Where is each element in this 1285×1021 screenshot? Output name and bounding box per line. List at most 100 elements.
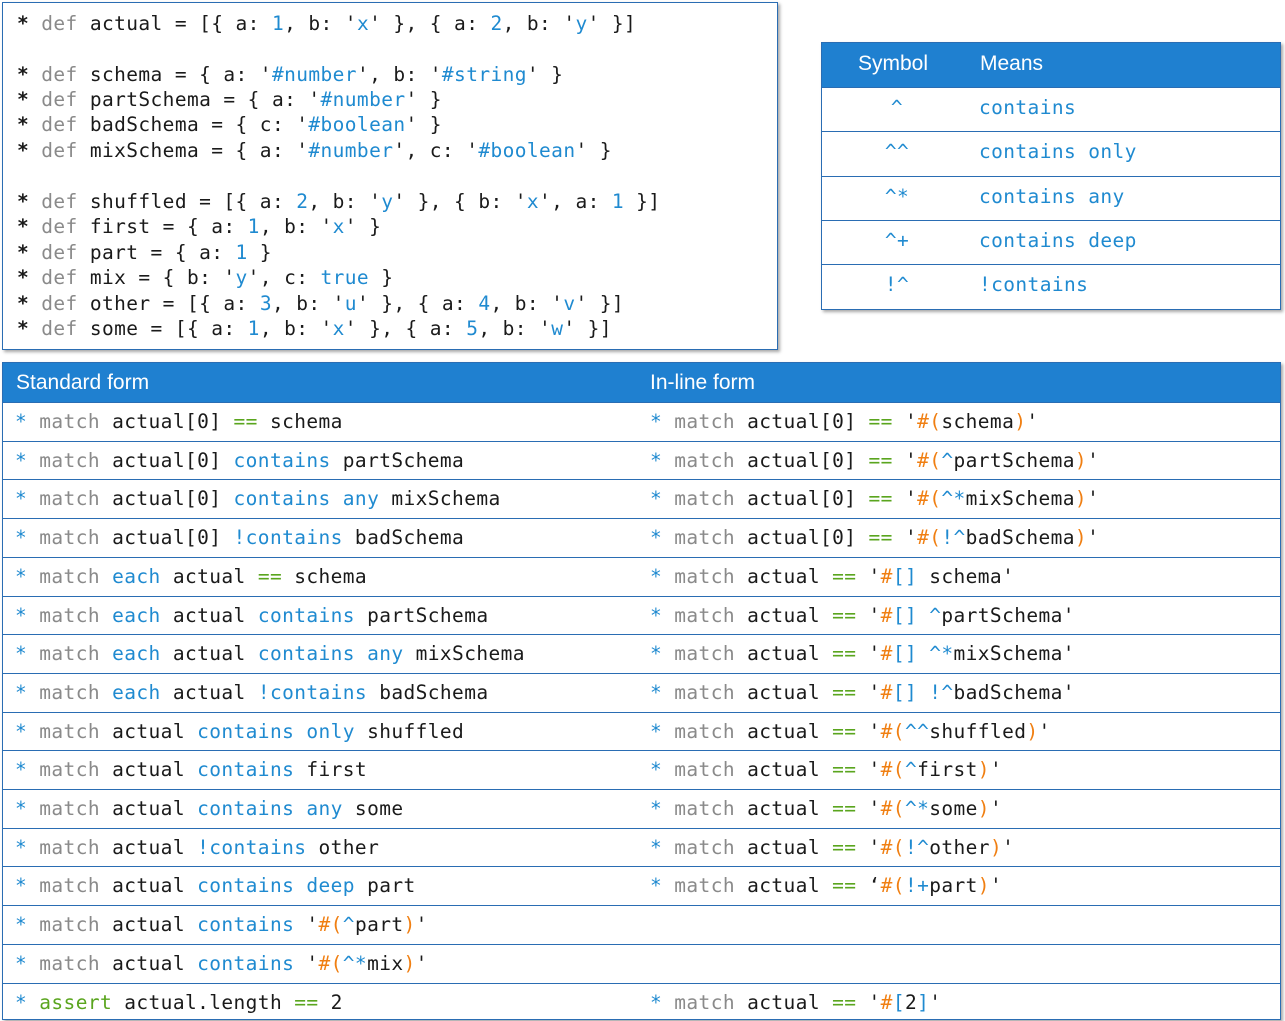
code-token: , b: ' — [259, 317, 333, 340]
code-token: #( — [880, 797, 905, 820]
code-token: ) — [1026, 719, 1039, 743]
code-token: first — [917, 758, 978, 782]
code-token: actual[0] — [734, 448, 869, 472]
code-token: ' }, { b: ' — [393, 190, 527, 213]
code-token: def — [29, 292, 78, 315]
code-token: ) — [1014, 410, 1027, 433]
code-token: ' }, { a: — [369, 12, 491, 35]
code-line: * def badSchema = { c: '#boolean' } — [17, 113, 442, 137]
standard-form-cell: * match each actual == schema — [15, 564, 367, 590]
code-token: badSchema — [367, 680, 489, 704]
code-token: schema' — [917, 564, 1015, 588]
code-token: 1 — [611, 190, 625, 213]
code-token: == — [832, 642, 857, 666]
code-token: def — [29, 113, 78, 136]
code-token: other — [306, 835, 380, 859]
table-row: * match actual contains any some * match … — [3, 789, 1280, 828]
code-token: v — [563, 292, 576, 315]
code-token: ] — [917, 990, 930, 1014]
code-token: [] — [892, 564, 918, 588]
code-token: actual — [99, 835, 198, 859]
code-token: actual = [{ a: — [77, 12, 272, 35]
standard-form-cell: * match each actual contains any mixSche… — [15, 641, 525, 667]
code-token: * — [650, 410, 675, 433]
code-line: * def other = [{ a: 3, b: 'u' }, { a: 4,… — [17, 292, 624, 316]
inline-form-cell: * match actual == '#(^first)' — [650, 757, 1002, 783]
code-token: #number — [320, 88, 406, 111]
code-token: actual — [734, 797, 833, 820]
code-token: ' — [1087, 448, 1100, 472]
code-token: * — [15, 448, 40, 472]
code-token: ' — [294, 951, 319, 975]
code-token: # — [880, 564, 893, 588]
code-token: ' — [1002, 835, 1015, 859]
code-token: ' — [856, 642, 881, 666]
symbol-column-header: Symbol — [858, 52, 929, 75]
standard-form-cell: * match actual !contains other — [15, 835, 379, 861]
code-token: ' — [1038, 719, 1051, 743]
code-token: x — [526, 190, 540, 213]
code-token: ) — [403, 913, 416, 937]
standard-form-cell: * match actual[0] == schema — [15, 409, 343, 435]
code-token: contains — [257, 603, 355, 627]
means-cell: contains deep — [979, 229, 1137, 252]
code-token: } — [247, 241, 272, 264]
code-token: actual — [734, 564, 833, 588]
code-token: #( — [318, 951, 343, 975]
code-token: schema — [282, 564, 368, 588]
code-token: x — [332, 317, 345, 340]
code-token: match — [674, 410, 735, 433]
code-token: each — [112, 642, 161, 666]
code-token: #number — [271, 63, 357, 86]
code-token: ' } — [575, 139, 612, 162]
code-token: match — [39, 410, 100, 433]
symbol-row: ^^ contains only — [822, 131, 1280, 175]
inline-form-cell: * match actual == '#[] ^partSchema' — [650, 603, 1075, 629]
code-token: contains any — [257, 642, 404, 666]
code-token: contains — [197, 758, 295, 782]
code-token: ^* — [941, 487, 966, 511]
code-token: == — [832, 680, 857, 704]
code-token: contains only — [197, 719, 355, 743]
code-token: , b: ' — [308, 190, 382, 213]
code-token: match — [39, 603, 100, 627]
code-token: actual — [99, 913, 198, 937]
code-token: w — [551, 317, 564, 340]
code-token: !^ — [929, 680, 954, 704]
definitions-code-panel: * def actual = [{ a: 1, b: 'x' }, { a: 2… — [2, 2, 778, 350]
code-token: * — [650, 526, 675, 550]
code-token: actual — [99, 951, 198, 975]
standard-form-cell: * match actual[0] contains partSchema — [15, 448, 464, 474]
inline-form-cell: * match actual == '#[] ^*mixSchema' — [650, 641, 1075, 667]
code-token: # — [880, 642, 893, 666]
code-token: ) — [1074, 526, 1088, 550]
code-token: contains deep — [197, 874, 355, 898]
code-token: u — [344, 292, 357, 315]
code-token: , b: ' — [490, 292, 564, 315]
code-token: match — [39, 564, 100, 588]
code-token: actual — [734, 990, 833, 1014]
code-token: ) — [1074, 487, 1088, 511]
inline-form-cell: * match actual[0] == '#(schema)' — [650, 409, 1039, 435]
code-token: partSchema — [330, 448, 465, 472]
code-token: match — [39, 487, 100, 511]
code-token: match — [674, 835, 735, 859]
code-token: * — [15, 874, 40, 898]
code-token: def — [29, 12, 78, 35]
table-row: * match actual contains '#(^part)' — [3, 905, 1280, 944]
code-token: !+ — [904, 874, 930, 898]
code-token: match — [674, 642, 735, 666]
code-token: [] — [892, 680, 918, 704]
code-token: match — [674, 797, 735, 820]
standard-form-cell: * match actual contains '#(^*mix)' — [15, 951, 428, 977]
standard-form-cell: * match actual contains '#(^part)' — [15, 912, 428, 938]
code-token: first — [294, 758, 368, 782]
code-token: ', c: ' — [393, 139, 479, 162]
code-token: match — [39, 874, 100, 898]
code-token: , b: ' — [259, 215, 333, 238]
code-token: partSchema — [354, 603, 489, 627]
code-line: * def first = { a: 1, b: 'x' } — [17, 215, 381, 239]
code-token: #( — [880, 874, 905, 898]
